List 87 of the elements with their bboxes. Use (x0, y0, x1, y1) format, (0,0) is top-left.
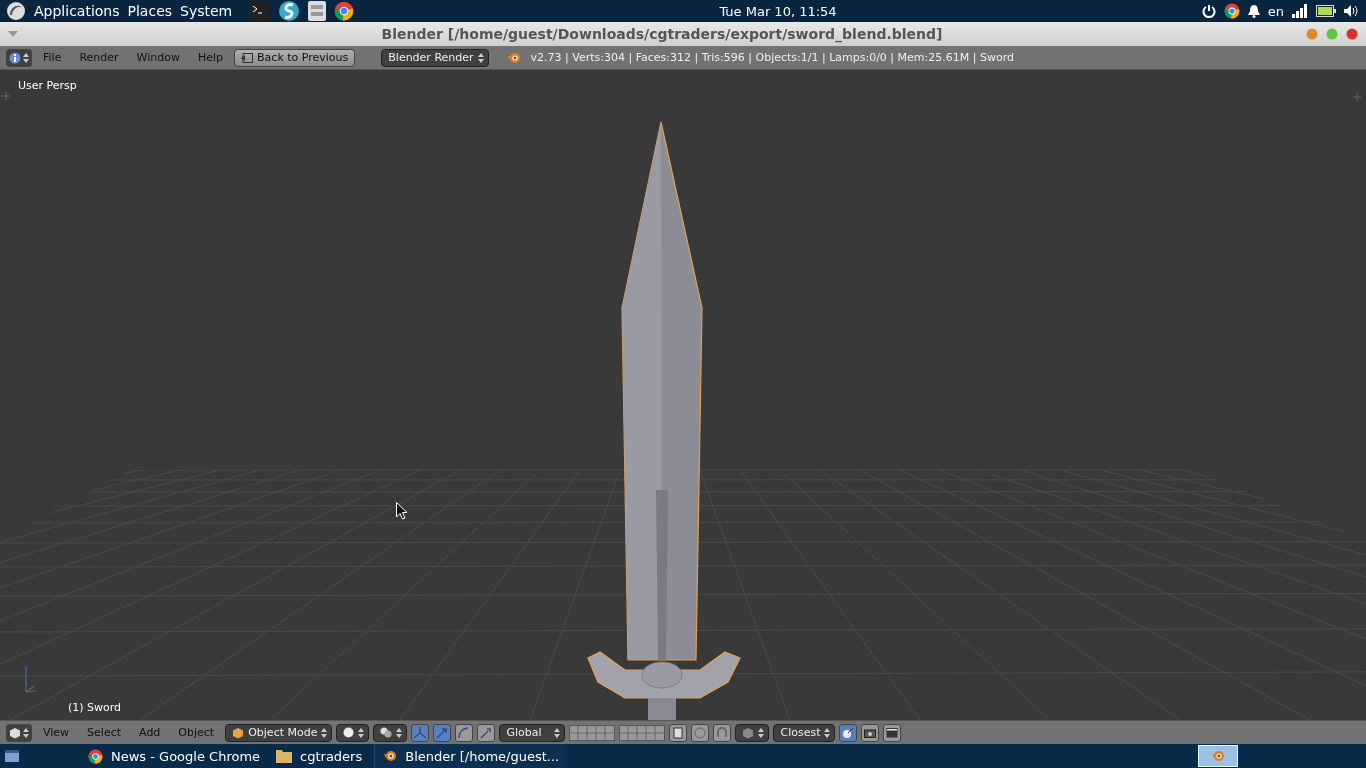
menu-item[interactable]: Add (132, 726, 168, 739)
blender-logo-icon (1211, 749, 1225, 763)
info-icon (9, 51, 21, 64)
cube-icon (9, 726, 21, 739)
up-down-arrows-icon (824, 727, 831, 738)
pivot-dropdown[interactable] (373, 723, 408, 742)
page-icon (673, 726, 684, 739)
sphere-icon (343, 727, 355, 738)
chrome-icon[interactable] (1223, 3, 1240, 19)
back-to-previous-button[interactable]: Back to Previous (234, 48, 356, 67)
editor-type-button[interactable] (6, 723, 32, 742)
window-title: Blender [/home/guest/Downloads/cgtraders/export/sword_blend.blend] (380, 26, 944, 42)
render-animation-button[interactable] (883, 723, 902, 742)
taskbar-item[interactable]: Blender [/home/guest... (374, 744, 568, 768)
scale-arrow-icon (480, 726, 493, 739)
chrome-icon (88, 748, 103, 764)
camera-icon (864, 727, 877, 738)
keyboard-layout[interactable]: en (1267, 3, 1284, 19)
align-rotation-button[interactable] (839, 723, 858, 742)
translate-toggle[interactable] (433, 723, 452, 742)
battery-icon[interactable] (1316, 5, 1336, 17)
signal-icon[interactable] (1292, 4, 1308, 18)
up-down-arrows-icon (477, 52, 484, 63)
snap-target-dropdown[interactable]: Closest (773, 723, 836, 742)
up-down-arrows-icon (758, 727, 765, 738)
folder-icon (276, 749, 293, 763)
file-cabinet-icon[interactable] (308, 1, 327, 21)
chrome-icon[interactable] (334, 1, 355, 21)
workspace-switcher[interactable] (1198, 745, 1238, 767)
bell-icon[interactable] (1247, 4, 1260, 18)
up-down-arrows-icon (396, 727, 403, 738)
axes-icon (414, 726, 427, 739)
cube-icon (232, 726, 245, 739)
menu-item[interactable]: Help (190, 51, 231, 64)
active-object-label: (1) Sword (68, 701, 122, 714)
snap-button[interactable] (713, 723, 732, 742)
blender-logo-icon (383, 749, 398, 763)
up-down-arrows-icon (23, 52, 29, 63)
mouse-pointer-icon (396, 502, 408, 520)
menu-item[interactable]: View (36, 726, 77, 739)
volume-icon[interactable] (1344, 4, 1360, 18)
taskbar-item[interactable]: News - Google Chrome (80, 744, 269, 768)
render-image-button[interactable] (861, 723, 880, 742)
clapperboard-icon (886, 727, 899, 738)
menu-item[interactable]: Render (72, 51, 126, 64)
cube-icon (742, 726, 755, 739)
up-down-arrows-icon (358, 727, 365, 738)
up-down-arrows-icon (321, 727, 328, 738)
shading-dropdown[interactable] (336, 723, 370, 742)
close-button[interactable] (1346, 28, 1358, 40)
snap-element-dropdown[interactable] (735, 723, 770, 742)
manipulator-toggle[interactable] (411, 723, 430, 742)
mode-dropdown[interactable]: Object Mode (225, 723, 333, 742)
circles-icon (380, 727, 393, 738)
distro-logo-icon[interactable] (6, 1, 26, 21)
panel-menu[interactable]: System (180, 3, 233, 19)
panel-menu[interactable]: Applications (34, 3, 120, 19)
orientation-dropdown[interactable]: Global (499, 723, 566, 742)
circle-icon (694, 726, 707, 739)
arc-icon (458, 726, 471, 739)
taskbar-item[interactable]: cgtraders (268, 744, 371, 768)
swirl-app-icon[interactable] (278, 0, 301, 22)
editor-type-button[interactable] (6, 48, 32, 67)
needle-icon (842, 726, 855, 739)
menu-item[interactable]: Window (129, 51, 187, 64)
rotate-toggle[interactable] (455, 723, 474, 742)
magnet-icon (716, 726, 729, 739)
view-label: User Persp (18, 79, 77, 92)
menu-item[interactable]: Select (80, 726, 129, 739)
layer-buttons-icon[interactable] (569, 724, 616, 741)
blender-logo-icon (506, 50, 521, 65)
render-engine-dropdown[interactable]: Blender Render (381, 48, 489, 67)
lock-layers-button[interactable] (669, 723, 688, 742)
back-icon (241, 52, 254, 63)
menu-item[interactable]: File (36, 51, 69, 64)
up-down-arrows-icon (554, 727, 561, 738)
up-down-arrows-icon (23, 727, 29, 738)
arrow-icon (436, 726, 449, 739)
proportional-edit-button[interactable] (691, 723, 710, 742)
scale-toggle[interactable] (477, 723, 496, 742)
panel-menu[interactable]: Places (127, 3, 173, 19)
scene-statistics: v2.73 | Verts:304 | Faces:312 | Tris:596 | Objects:1/1 | Lamps:0/0 | Mem:25.61M | Sword (530, 51, 1014, 64)
power-icon[interactable] (1201, 4, 1216, 18)
terminal-icon[interactable] (250, 1, 271, 21)
clock[interactable]: Tue Mar 10, 11:54 (719, 3, 837, 19)
show-desktop-icon[interactable] (4, 749, 20, 763)
menu-item[interactable]: Object (171, 726, 222, 739)
